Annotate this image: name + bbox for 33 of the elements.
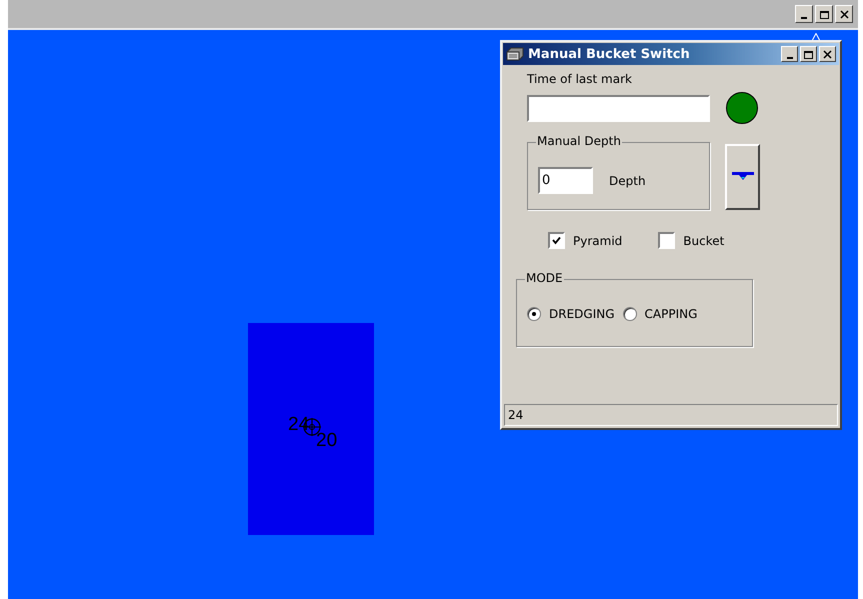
set-depth-button[interactable] — [725, 144, 760, 210]
checkmark-icon — [552, 236, 561, 245]
maximize-icon — [802, 48, 815, 60]
dialog-title: Manual Bucket Switch — [528, 46, 691, 62]
status-bar: 24 — [504, 404, 838, 426]
close-button[interactable] — [835, 5, 853, 23]
device-icon — [506, 47, 524, 61]
checkbox-label: Pyramid — [573, 234, 622, 248]
field-label: Time of last mark — [527, 72, 633, 88]
radio-label: CAPPING — [644, 307, 698, 321]
minimize-button[interactable] — [781, 46, 798, 62]
depth-field[interactable]: 0 — [538, 167, 593, 194]
maximize-button[interactable] — [800, 46, 817, 62]
radio-button[interactable] — [622, 307, 637, 321]
close-button[interactable] — [819, 46, 836, 62]
caret-icon — [812, 33, 820, 40]
group-legend: Manual Depth — [536, 134, 622, 148]
time-field[interactable] — [527, 94, 710, 122]
minimize-button[interactable] — [795, 5, 813, 23]
minimize-icon — [801, 16, 807, 18]
minimize-icon — [786, 56, 792, 58]
close-icon — [821, 48, 834, 60]
maximize-icon — [818, 8, 830, 20]
depth-label: Depth — [609, 174, 646, 188]
radio-button[interactable] — [527, 307, 541, 321]
canvas-label: 20 — [316, 431, 338, 451]
checkbox-label: Bucket — [683, 234, 724, 248]
close-icon — [838, 8, 850, 20]
checkbox[interactable] — [548, 232, 565, 249]
group-legend: MODE — [525, 271, 564, 285]
radio-label: DREDGING — [549, 307, 615, 321]
checkbox[interactable] — [658, 232, 676, 249]
maximize-button[interactable] — [815, 5, 833, 23]
